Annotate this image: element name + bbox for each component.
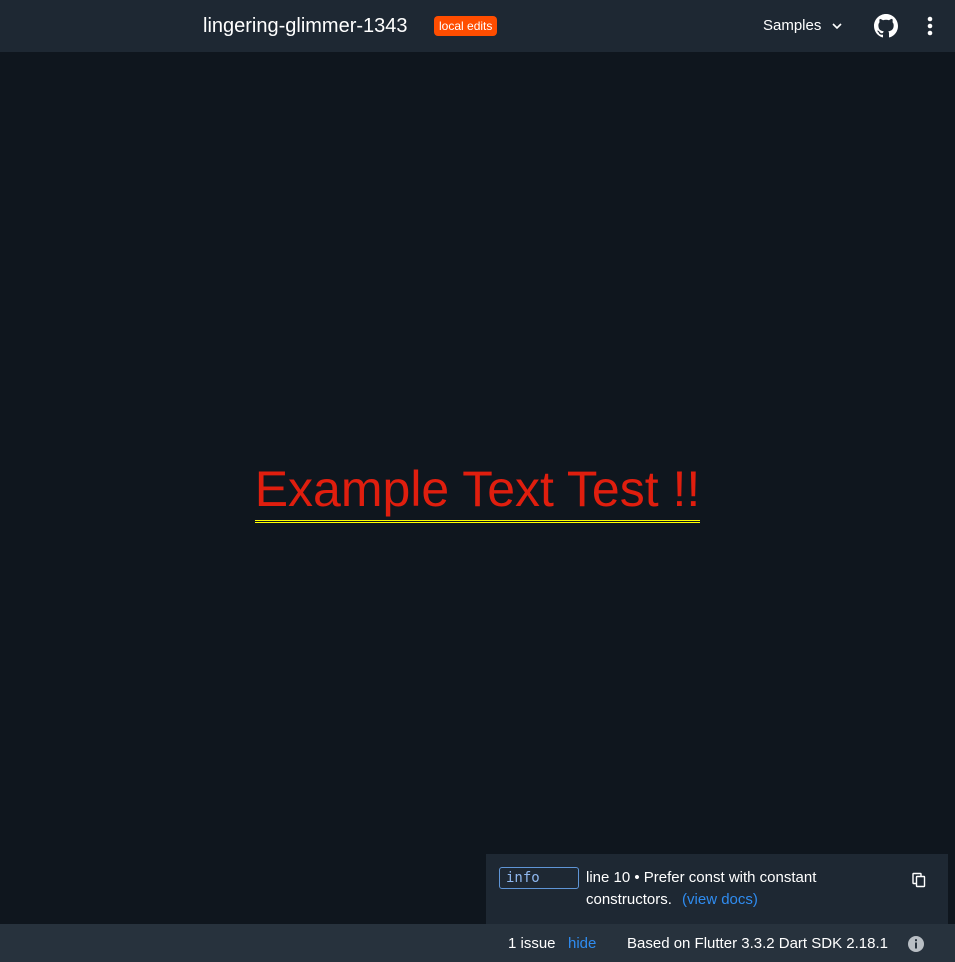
app-output-panel: Example Text Test !!: [0, 52, 955, 924]
info-icon[interactable]: [907, 935, 925, 953]
issue-message: line 10 • Prefer const with constant con…: [586, 867, 886, 911]
status-bar: 1 issue hide Based on Flutter 3.3.2 Dart…: [0, 924, 955, 962]
more-vert-icon[interactable]: [920, 14, 940, 38]
hide-issues-link[interactable]: hide: [568, 934, 596, 954]
example-text-container: Example Text Test !!: [0, 458, 955, 523]
github-icon[interactable]: [874, 14, 898, 38]
sdk-version-text: Based on Flutter 3.3.2 Dart SDK 2.18.1: [627, 935, 888, 952]
view-docs-link[interactable]: (view docs): [682, 891, 758, 908]
project-title: lingering-glimmer-1343: [203, 15, 408, 37]
samples-label: Samples: [763, 17, 822, 34]
example-text: Example Text Test !!: [254, 458, 701, 523]
dartpad-app: lingering-glimmer-1343 local edits Sampl…: [0, 0, 955, 962]
chevron-down-icon: [832, 23, 842, 30]
copy-icon[interactable]: [911, 872, 927, 888]
issue-panel: info line 10 • Prefer const with constan…: [486, 854, 948, 924]
issue-severity-tag: info: [499, 867, 579, 889]
samples-dropdown[interactable]: Samples: [763, 16, 843, 36]
top-app-bar: lingering-glimmer-1343 local edits Sampl…: [0, 0, 955, 52]
issues-count: 1 issue: [508, 935, 556, 952]
local-edits-badge: local edits: [434, 16, 498, 36]
